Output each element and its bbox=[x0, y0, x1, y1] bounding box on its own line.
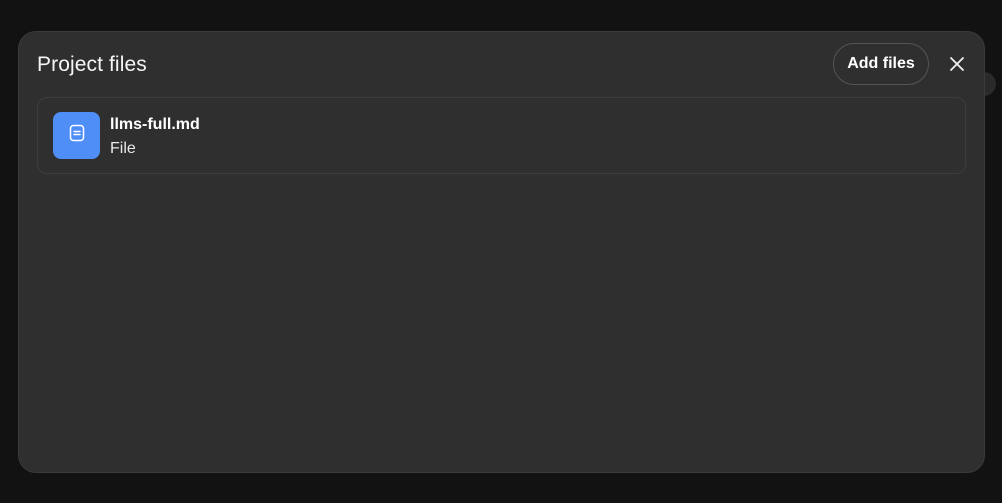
close-icon bbox=[949, 56, 965, 75]
add-files-button[interactable]: Add files bbox=[833, 43, 929, 85]
file-type: File bbox=[110, 140, 136, 157]
project-files-dialog: Project files Add files llms-full.md Fil… bbox=[18, 31, 985, 473]
file-list-item[interactable]: llms-full.md File bbox=[37, 97, 966, 174]
close-button[interactable] bbox=[943, 51, 971, 79]
file-icon-tile bbox=[53, 112, 100, 159]
dialog-title: Project files bbox=[37, 53, 147, 76]
file-name: llms-full.md bbox=[110, 116, 200, 133]
document-icon bbox=[67, 123, 87, 148]
